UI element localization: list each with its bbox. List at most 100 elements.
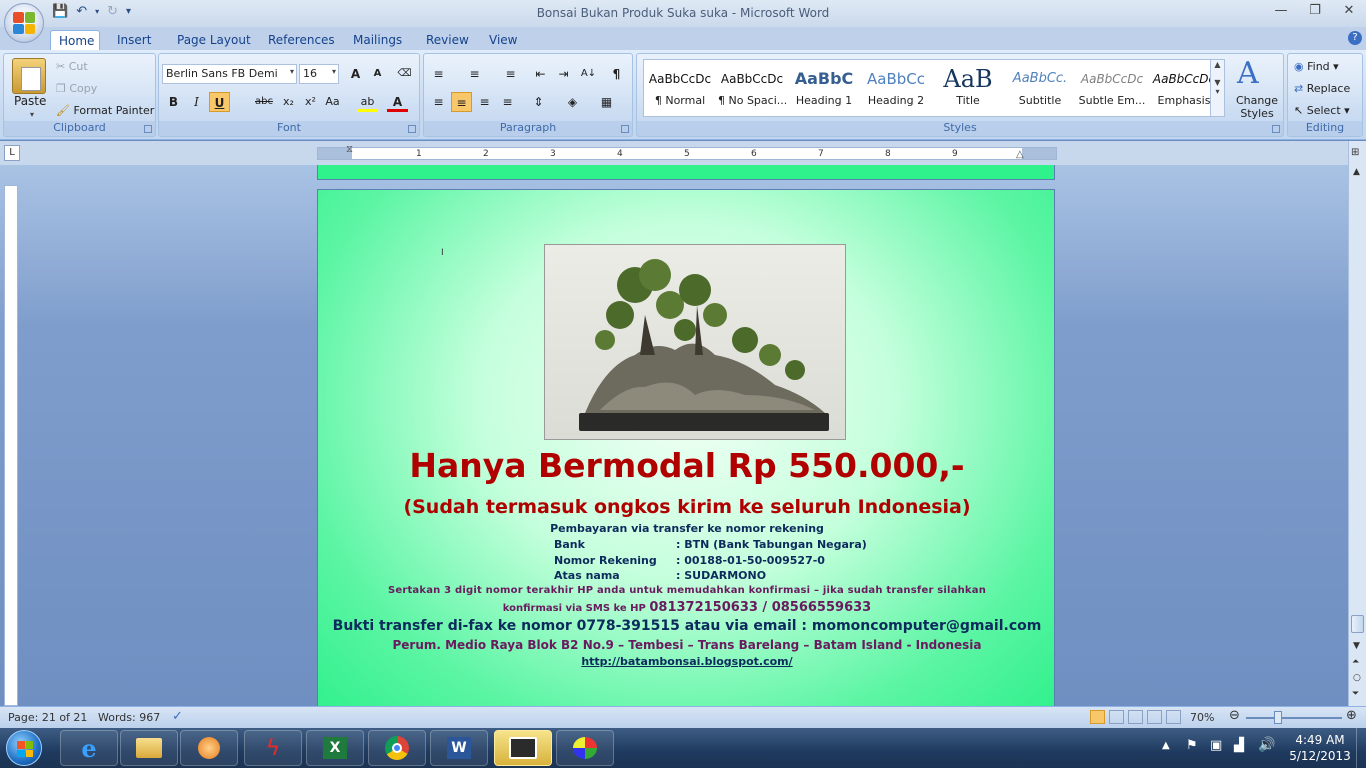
paste-icon[interactable]	[12, 58, 46, 94]
previous-page-icon[interactable]: ⏶	[1352, 657, 1359, 667]
gallery-scroll[interactable]: ▲ ▼ ▾	[1210, 60, 1224, 116]
close-button[interactable]: ✕	[1332, 0, 1366, 22]
cut-button[interactable]: ✂ Cut	[56, 60, 88, 73]
font-size-field[interactable]: 16 ▾	[299, 64, 339, 84]
clear-formatting-icon[interactable]: ⌫	[394, 64, 415, 84]
align-right-icon[interactable]: ≡	[474, 92, 495, 112]
right-indent-icon[interactable]: △	[1016, 149, 1024, 160]
copy-button[interactable]: ❐ Copy	[56, 82, 97, 95]
style-no-spacing[interactable]: AaBbCcDc ¶ No Spaci...	[718, 64, 786, 114]
word-count[interactable]: Words: 967	[98, 711, 160, 724]
subscript-button[interactable]: x₂	[278, 92, 299, 112]
proofing-icon[interactable]: ✓	[172, 709, 183, 724]
ruler-toggle-icon[interactable]: ⊞	[1351, 147, 1359, 158]
font-launcher-icon[interactable]	[408, 125, 416, 133]
tab-mailings[interactable]: Mailings	[345, 30, 410, 50]
show-marks-icon[interactable]: ¶	[606, 64, 627, 84]
font-color-button[interactable]: A	[387, 92, 408, 112]
shading-icon[interactable]: ◈	[562, 92, 583, 112]
indent-marker-icon[interactable]: ⧖	[346, 144, 353, 155]
shrink-font-button[interactable]: A	[367, 64, 388, 84]
style-emphasis[interactable]: AaBbCcDc Emphasis	[1150, 64, 1218, 114]
decrease-indent-icon[interactable]: ⇤	[530, 64, 551, 84]
word-icon[interactable]: W	[430, 730, 488, 766]
device-icon[interactable]: ▣	[1210, 738, 1222, 753]
excel-icon[interactable]: X	[306, 730, 364, 766]
style-title[interactable]: AaB Title	[934, 64, 1002, 114]
tab-home[interactable]: Home	[50, 30, 100, 50]
zoom-slider[interactable]	[1246, 717, 1342, 719]
strikethrough-button[interactable]: abc	[251, 92, 277, 112]
vertical-scrollbar[interactable]: ⊞ ▲ ▼ ⏶ ○ ⏷	[1348, 141, 1366, 706]
lightning-app-icon[interactable]: ϟ	[244, 730, 302, 766]
replace-button[interactable]: ⇄ Replace	[1294, 82, 1350, 95]
tab-references[interactable]: References	[260, 30, 343, 50]
browse-object-icon[interactable]: ○	[1353, 673, 1361, 683]
full-screen-reading-icon[interactable]	[1109, 710, 1124, 724]
paste-dropdown-icon[interactable]: ▾	[30, 110, 34, 119]
increase-indent-icon[interactable]: ⇥	[553, 64, 574, 84]
font-name-field[interactable]: Berlin Sans FB Demi ▾	[162, 64, 297, 84]
help-icon[interactable]: ?	[1348, 31, 1362, 45]
page-count[interactable]: Page: 21 of 21	[8, 711, 87, 724]
chrome-icon[interactable]	[368, 730, 426, 766]
zoom-out-icon[interactable]: ⊖	[1229, 708, 1240, 723]
style-heading-2[interactable]: AaBbCc Heading 2	[862, 64, 930, 114]
paragraph-launcher-icon[interactable]	[621, 125, 629, 133]
justify-icon[interactable]: ≡	[497, 92, 518, 112]
font-size-dropdown-icon[interactable]: ▾	[332, 67, 336, 76]
show-hidden-icons-icon[interactable]: ▲	[1162, 740, 1170, 751]
style-normal[interactable]: AaBbCcDc ¶ Normal	[646, 64, 714, 114]
clock-date[interactable]: 5/12/2013	[1288, 749, 1352, 763]
outline-icon[interactable]	[1147, 710, 1162, 724]
format-painter-button[interactable]: 🖌 Format Painter	[56, 104, 154, 117]
style-subtle-emphasis[interactable]: AaBbCcDc Subtle Em...	[1078, 64, 1146, 114]
horizontal-ruler[interactable]: L 1 2 3 4 5 6 7 8 9 ⧖ △	[0, 141, 1366, 165]
tab-view[interactable]: View	[481, 30, 525, 50]
tab-selector-icon[interactable]: L	[4, 145, 20, 161]
network-icon[interactable]: ▟	[1234, 738, 1244, 753]
tab-page-layout[interactable]: Page Layout	[169, 30, 259, 50]
grow-font-button[interactable]: A	[345, 64, 366, 84]
align-center-icon[interactable]: ≡	[451, 92, 472, 112]
internet-explorer-icon[interactable]: e	[60, 730, 118, 766]
maximize-button[interactable]: ❐	[1298, 0, 1332, 22]
print-layout-icon[interactable]	[1090, 710, 1105, 724]
font-name-dropdown-icon[interactable]: ▾	[290, 67, 294, 76]
document-page[interactable]: I Hanya Bermodal Rp 550.000,- (Sudah ter…	[317, 189, 1055, 706]
tab-insert[interactable]: Insert	[109, 30, 159, 50]
change-case-button[interactable]: Aa	[322, 92, 343, 112]
paste-button[interactable]: Paste	[14, 94, 46, 108]
borders-icon[interactable]: ▦	[596, 92, 617, 112]
superscript-button[interactable]: x²	[300, 92, 321, 112]
file-explorer-icon[interactable]	[120, 730, 178, 766]
clock-time[interactable]: 4:49 AM	[1288, 733, 1352, 747]
line-spacing-icon[interactable]: ⇕	[528, 92, 549, 112]
office-button[interactable]	[4, 3, 44, 43]
blog-link[interactable]: http://batambonsai.blogspot.com/	[318, 655, 1056, 668]
zoom-level[interactable]: 70%	[1190, 711, 1214, 724]
multilevel-list-icon[interactable]: ≡	[500, 64, 521, 84]
italic-button[interactable]: I	[186, 92, 207, 112]
minimize-button[interactable]: —	[1264, 0, 1298, 22]
scroll-down-icon[interactable]: ▼	[1353, 641, 1360, 651]
underline-button[interactable]: U	[209, 92, 230, 112]
highlight-color-icon[interactable]: ab	[357, 92, 378, 112]
media-player-icon[interactable]	[180, 730, 238, 766]
draft-icon[interactable]	[1166, 710, 1181, 724]
show-desktop-button[interactable]	[1356, 728, 1366, 768]
select-button[interactable]: ↖ Select ▾	[1294, 104, 1350, 117]
scroll-up-icon[interactable]: ▲	[1353, 167, 1360, 177]
vertical-ruler[interactable]	[4, 185, 18, 706]
style-subtitle[interactable]: AaBbCc. Subtitle	[1006, 64, 1074, 114]
tab-review[interactable]: Review	[418, 30, 477, 50]
align-left-icon[interactable]: ≡	[428, 92, 449, 112]
style-heading-1[interactable]: AaBbC Heading 1	[790, 64, 858, 114]
start-button[interactable]	[6, 730, 42, 766]
bold-button[interactable]: B	[163, 92, 184, 112]
clipboard-launcher-icon[interactable]	[144, 125, 152, 133]
bullets-icon[interactable]: ≡	[428, 64, 449, 84]
web-layout-icon[interactable]	[1128, 710, 1143, 724]
styles-launcher-icon[interactable]	[1272, 125, 1280, 133]
zoom-slider-thumb[interactable]	[1274, 711, 1282, 724]
